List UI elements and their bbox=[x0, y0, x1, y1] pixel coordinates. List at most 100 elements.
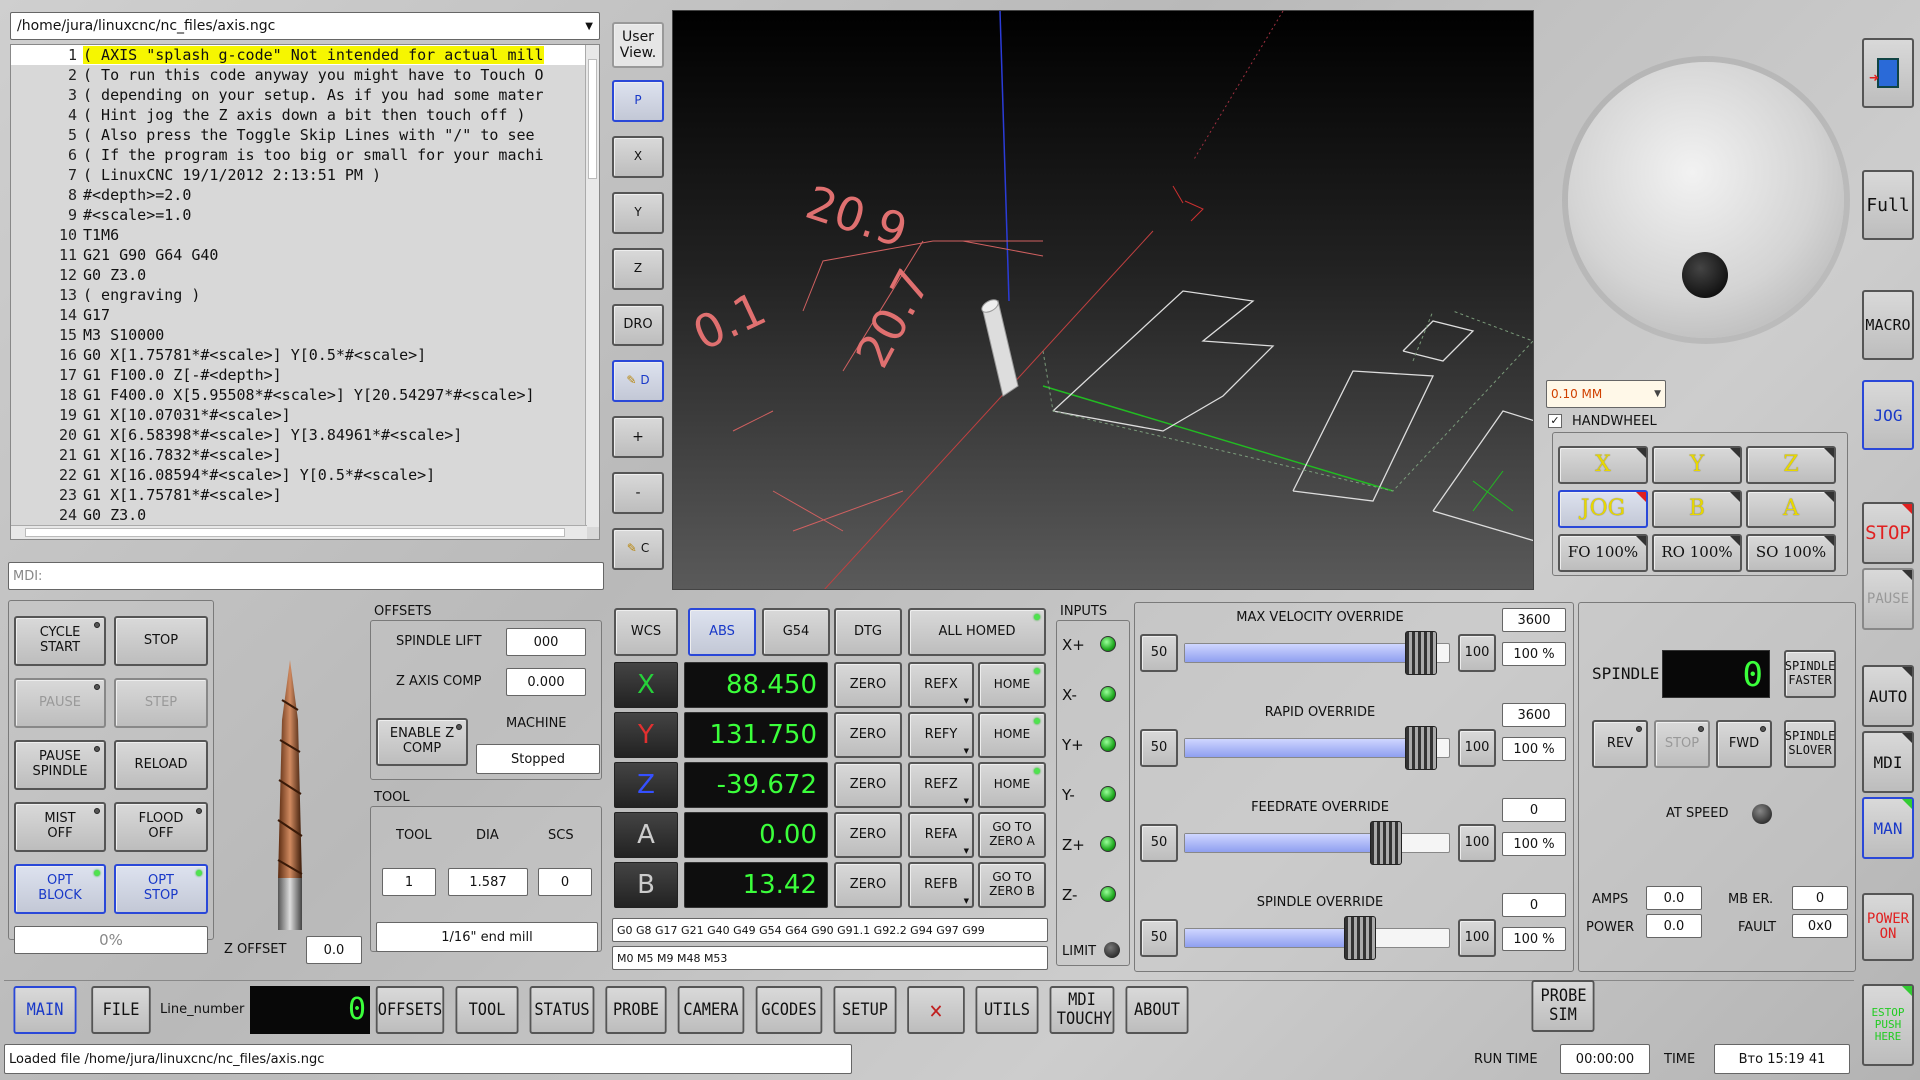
override-max-button[interactable]: 100 bbox=[1458, 919, 1496, 957]
gcode-line[interactable]: 16 G0 X[1.75781*#<scale>] Y[0.5*#<scale>] bbox=[11, 345, 587, 365]
zero-axis-button[interactable]: ZERO bbox=[834, 712, 902, 758]
z-offset-field[interactable]: 0.0 bbox=[306, 936, 362, 964]
pause-button[interactable]: PAUSE bbox=[1862, 568, 1914, 630]
override-slider[interactable] bbox=[1184, 928, 1450, 948]
exit-button[interactable]: ➜ bbox=[1862, 38, 1914, 108]
zero-axis-button[interactable]: ZERO bbox=[834, 862, 902, 908]
tab-probe[interactable]: PROBE bbox=[605, 986, 667, 1034]
vertical-scrollbar[interactable] bbox=[585, 45, 599, 527]
ref-axis-button[interactable]: REFZ ▼ bbox=[908, 762, 974, 808]
gcode-line[interactable]: 7 ( LinuxCNC 19/1/2012 2:13:51 PM ) bbox=[11, 165, 587, 185]
home-axis-button[interactable]: HOME bbox=[978, 712, 1046, 758]
dtg-button[interactable]: DTG bbox=[834, 608, 902, 656]
file-path-combo[interactable]: /home/jura/linuxcnc/nc_files/axis.ngc ▼ bbox=[10, 12, 600, 40]
gcode-line[interactable]: 2 ( To run this code anyway you might hav… bbox=[11, 65, 587, 85]
tab-tools-settings[interactable]: ✕ bbox=[907, 986, 965, 1034]
gcode-line[interactable]: 12 G0 Z3.0 bbox=[11, 265, 587, 285]
mdi-mode-button[interactable]: MDI bbox=[1862, 731, 1914, 793]
spindle-slower-button[interactable]: SPINDLE SLOVER bbox=[1784, 720, 1836, 768]
gcode-line[interactable]: 14 G17 bbox=[11, 305, 587, 325]
override-value-field[interactable]: 3600 bbox=[1502, 703, 1566, 727]
spindle-fwd-button[interactable]: FWD bbox=[1716, 720, 1772, 768]
handwheel-checkbox[interactable]: ✓ bbox=[1548, 414, 1562, 428]
handwheel-knob[interactable] bbox=[1682, 252, 1728, 298]
zero-axis-button[interactable]: ZERO bbox=[834, 812, 902, 858]
tool-number-field[interactable]: 1 bbox=[382, 868, 436, 896]
ref-axis-button[interactable]: REFY ▼ bbox=[908, 712, 974, 758]
tab-gcodes[interactable]: GCODES bbox=[755, 986, 823, 1034]
override-min-button[interactable]: 50 bbox=[1140, 824, 1178, 862]
tab-mdi-touchy[interactable]: MDI TOUCHY bbox=[1049, 986, 1115, 1034]
zaxis-comp-field[interactable]: 0.000 bbox=[506, 668, 586, 696]
control-pause-button[interactable]: PAUSE bbox=[14, 678, 106, 728]
tab-setup[interactable]: SETUP bbox=[833, 986, 897, 1034]
override-max-button[interactable]: 100 bbox=[1458, 634, 1496, 672]
zoom-in-button[interactable]: + bbox=[612, 416, 664, 458]
gcode-line[interactable]: 4 ( Hint jog the Z axis down a bit then t… bbox=[11, 105, 587, 125]
override-slider-handle[interactable] bbox=[1405, 631, 1437, 675]
control-stop-button[interactable]: STOP bbox=[114, 616, 208, 666]
ref-axis-button[interactable]: REFA ▼ bbox=[908, 812, 974, 858]
gcode-line[interactable]: 6 ( If the program is too big or small fo… bbox=[11, 145, 587, 165]
clear-plot-button[interactable]: ✎ C bbox=[612, 528, 664, 570]
ref-axis-button[interactable]: REFB ▼ bbox=[908, 862, 974, 908]
gcode-line[interactable]: 13 ( engraving ) bbox=[11, 285, 587, 305]
power-on-button[interactable]: POWER ON bbox=[1862, 893, 1914, 961]
macro-button[interactable]: MACRO bbox=[1862, 290, 1914, 360]
gcode-line[interactable]: 17 G1 F100.0 Z[-#<depth>] bbox=[11, 365, 587, 385]
enable-zcomp-button[interactable]: ENABLE Z COMP bbox=[376, 718, 468, 766]
tab-main[interactable]: MAIN bbox=[13, 986, 77, 1034]
jog-mode-button[interactable]: JOG bbox=[1862, 380, 1914, 450]
hw-z-button[interactable]: Z bbox=[1746, 446, 1836, 484]
hw-a-button[interactable]: A bbox=[1746, 490, 1836, 528]
home-axis-button[interactable]: HOME bbox=[978, 662, 1046, 708]
gcode-line[interactable]: 18 G1 F400.0 X[5.95508*#<scale>] Y[20.542… bbox=[11, 385, 587, 405]
override-min-button[interactable]: 50 bbox=[1140, 729, 1178, 767]
view-x-button[interactable]: X bbox=[612, 136, 664, 178]
wcs-button[interactable]: WCS bbox=[614, 608, 678, 656]
spindle-rev-button[interactable]: REV bbox=[1592, 720, 1648, 768]
tab-status[interactable]: STATUS bbox=[529, 986, 595, 1034]
opt-block-button[interactable]: OPT BLOCK bbox=[14, 864, 106, 914]
auto-mode-button[interactable]: AUTO bbox=[1862, 665, 1914, 727]
user-view-button[interactable]: User View. bbox=[612, 22, 664, 68]
zoom-out-button[interactable]: - bbox=[612, 472, 664, 514]
view-z-button[interactable]: Z bbox=[612, 248, 664, 290]
home-axis-button[interactable]: GO TO ZERO B bbox=[978, 862, 1046, 908]
spindle-stop-button[interactable]: STOP bbox=[1654, 720, 1710, 768]
hw-y-button[interactable]: Y bbox=[1652, 446, 1742, 484]
jog-step-combo[interactable]: 0.10 MM ▼ bbox=[1546, 380, 1666, 408]
reload-button[interactable]: RELOAD bbox=[114, 740, 208, 790]
gcode-line[interactable]: 11 G21 G90 G64 G40 bbox=[11, 245, 587, 265]
zero-axis-button[interactable]: ZERO bbox=[834, 662, 902, 708]
hw-so-button[interactable]: SO 100% bbox=[1746, 534, 1836, 572]
toolpath-preview[interactable]: 20.9 0.1 20.7 bbox=[672, 10, 1534, 590]
override-slider-handle[interactable] bbox=[1405, 726, 1437, 770]
view-dro-button[interactable]: DRO bbox=[612, 304, 664, 346]
override-min-button[interactable]: 50 bbox=[1140, 919, 1178, 957]
gcode-line[interactable]: 23 G1 X[1.75781*#<scale>] bbox=[11, 485, 587, 505]
tool-scs-field[interactable]: 0 bbox=[538, 868, 592, 896]
mdi-input[interactable]: MDI: bbox=[8, 562, 604, 590]
override-max-button[interactable]: 100 bbox=[1458, 824, 1496, 862]
home-axis-button[interactable]: GO TO ZERO A bbox=[978, 812, 1046, 858]
gcode-line[interactable]: 22 G1 X[16.08594*#<scale>] Y[0.5*#<scale>… bbox=[11, 465, 587, 485]
override-value-field[interactable]: 0 bbox=[1502, 893, 1566, 917]
g54-button[interactable]: G54 bbox=[762, 608, 830, 656]
gcode-line[interactable]: 8 #<depth>=2.0 bbox=[11, 185, 587, 205]
hw-b-button[interactable]: B bbox=[1652, 490, 1742, 528]
gcode-line[interactable]: 19 G1 X[10.07031*#<scale>] bbox=[11, 405, 587, 425]
hw-x-button[interactable]: X bbox=[1558, 446, 1648, 484]
gcode-line[interactable]: 9 #<scale>=1.0 bbox=[11, 205, 587, 225]
home-axis-button[interactable]: HOME bbox=[978, 762, 1046, 808]
hw-ro-button[interactable]: RO 100% bbox=[1652, 534, 1742, 572]
gcode-line[interactable]: 1 ( AXIS "splash g-code" Not intended for… bbox=[11, 45, 587, 65]
all-homed-button[interactable]: ALL HOMED bbox=[908, 608, 1046, 656]
view-d-button[interactable]: ✎ D bbox=[612, 360, 664, 402]
flood-button[interactable]: FLOOD OFF bbox=[114, 802, 208, 852]
stop-button[interactable]: STOP bbox=[1862, 502, 1914, 564]
view-p-button[interactable]: P bbox=[612, 80, 664, 122]
handwheel-dial[interactable] bbox=[1568, 62, 1844, 338]
zero-axis-button[interactable]: ZERO bbox=[834, 762, 902, 808]
ref-axis-button[interactable]: REFX ▼ bbox=[908, 662, 974, 708]
